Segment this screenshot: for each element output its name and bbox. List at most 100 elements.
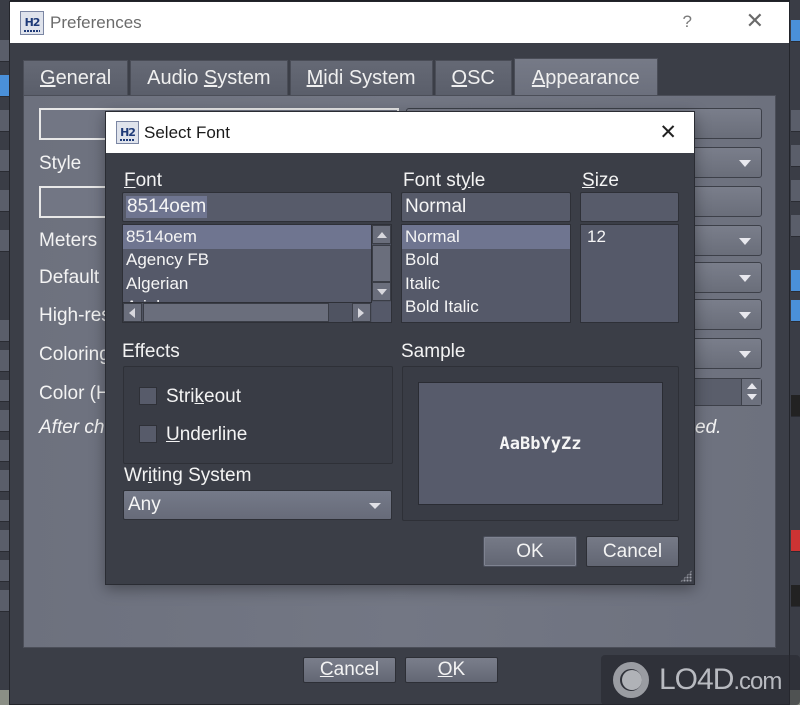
background-cell: [0, 530, 9, 552]
tab-label: Audio: [147, 67, 204, 89]
watermark-logo-icon: [609, 660, 653, 700]
select-font-dialog: H2 Select Font ✕ Font 8514oem 8514oem Ag…: [105, 111, 695, 585]
background-cell: [0, 440, 9, 462]
background-cell: [791, 145, 800, 167]
restart-note: After ch: [39, 417, 105, 438]
label-accelerator: F: [124, 170, 136, 191]
button-label: ancel: [333, 659, 380, 680]
watermark: LO4D.com: [601, 655, 800, 705]
font-style-label: Font style: [403, 170, 485, 192]
background-cell: [0, 40, 9, 62]
font-list-item[interactable]: Algerian: [123, 272, 391, 296]
resize-grip-icon[interactable]: [680, 570, 692, 582]
effects-group: Strikeout Underline: [123, 366, 393, 464]
background-cell: [0, 500, 9, 522]
app-logo-icon: H2: [20, 10, 44, 35]
writing-system-dropdown[interactable]: Any: [123, 490, 392, 520]
label-text: Wr: [124, 465, 148, 486]
effects-label: Effects: [122, 341, 180, 362]
scroll-down-button[interactable]: [372, 282, 391, 301]
preferences-ok-button[interactable]: OK: [405, 657, 498, 683]
label-text: ont: [135, 170, 163, 191]
font-style-item[interactable]: Bold Italic: [402, 296, 570, 320]
style-label: Style: [39, 153, 82, 174]
help-button[interactable]: ?: [683, 12, 692, 32]
arrow-right-icon: [358, 308, 364, 318]
font-list-horizontal-scrollbar[interactable]: [123, 302, 372, 322]
preferences-titlebar[interactable]: H2 Preferences ? ✕: [10, 2, 789, 43]
background-knob: [791, 585, 800, 607]
spin-down-icon[interactable]: [747, 394, 757, 400]
select-font-titlebar[interactable]: H2 Select Font ✕: [106, 112, 694, 153]
font-list-item[interactable]: Agency FB: [123, 249, 391, 273]
writing-system-value: Any: [128, 494, 161, 515]
scroll-right-button[interactable]: [352, 303, 371, 322]
underline-label[interactable]: Underline: [166, 424, 247, 446]
size-item[interactable]: 12: [581, 225, 678, 249]
button-accelerator: O: [437, 659, 453, 680]
label-text: ting System: [152, 465, 252, 486]
background-cell: [791, 110, 800, 132]
background-cell: [0, 410, 9, 432]
chevron-down-icon: [739, 312, 751, 319]
spin-up-icon[interactable]: [747, 383, 757, 389]
tab-audio-system[interactable]: Audio System: [130, 60, 288, 96]
label-text: nderline: [179, 424, 248, 445]
tab-osc[interactable]: O SC: [434, 60, 512, 96]
writing-system-label: Writing System: [124, 465, 251, 487]
chevron-down-icon: [369, 503, 381, 509]
tab-midi-system[interactable]: Midi System: [289, 60, 433, 96]
watermark-suffix: .com: [733, 668, 782, 695]
cancel-button[interactable]: Cancel: [586, 536, 679, 567]
background-cell: [791, 180, 800, 202]
font-style-item[interactable]: Bold: [402, 249, 570, 273]
label-text: ize: [594, 170, 619, 191]
label-text: eout: [204, 386, 241, 407]
size-list[interactable]: 12: [580, 224, 679, 323]
font-style-input[interactable]: Normal: [401, 192, 571, 222]
font-style-value: Normal: [405, 196, 467, 217]
font-name-input[interactable]: 8514oem: [122, 192, 392, 222]
label-text: le: [470, 170, 486, 191]
color-label: Color (H: [39, 383, 110, 404]
background-cell: [791, 215, 800, 237]
label-text: Font st: [403, 170, 462, 191]
tab-accelerator: M: [306, 67, 324, 89]
label-accelerator: U: [166, 424, 180, 445]
tab-general[interactable]: General: [23, 60, 129, 96]
font-list[interactable]: 8514oem Agency FB Algerian Arial: [122, 224, 392, 323]
tab-accelerator: S: [203, 67, 218, 89]
chevron-down-icon: [739, 160, 751, 167]
sample-preview: AaBbYyZz: [418, 382, 663, 505]
background-cell: [0, 350, 9, 372]
tab-appearance[interactable]: Appearance: [513, 58, 658, 98]
background-knob: [791, 530, 800, 552]
scroll-thumb[interactable]: [143, 303, 329, 322]
font-name-value: 8514oem: [126, 196, 208, 218]
font-style-item[interactable]: Normal: [402, 225, 570, 249]
tab-accelerator: G: [40, 67, 56, 89]
dialog-title: Select Font: [144, 122, 230, 142]
high-res-label: High-res: [39, 305, 111, 326]
font-list-item[interactable]: 8514oem: [123, 225, 391, 249]
close-icon[interactable]: ✕: [659, 120, 677, 144]
preferences-cancel-button[interactable]: Cancel: [303, 657, 396, 683]
underline-checkbox[interactable]: [139, 425, 157, 443]
scroll-left-button[interactable]: [123, 303, 142, 322]
font-style-list[interactable]: Normal Bold Italic Bold Italic: [401, 224, 571, 323]
size-input[interactable]: [580, 192, 679, 222]
strikeout-checkbox[interactable]: [139, 387, 157, 405]
font-style-item[interactable]: Italic: [402, 272, 570, 296]
meters-label: Meters: [39, 230, 98, 251]
ok-button[interactable]: OK: [483, 536, 577, 567]
scroll-up-button[interactable]: [372, 225, 391, 244]
strikeout-label[interactable]: Strikeout: [166, 386, 241, 408]
background-knob: [791, 395, 800, 417]
background-cell: [0, 230, 9, 252]
label-accelerator: y: [461, 170, 471, 191]
scroll-thumb[interactable]: [372, 245, 391, 282]
close-icon[interactable]: ✕: [746, 9, 764, 34]
spin-buttons[interactable]: [741, 379, 761, 405]
font-list-vertical-scrollbar[interactable]: [371, 225, 391, 302]
tab-accelerator: O: [451, 67, 468, 89]
